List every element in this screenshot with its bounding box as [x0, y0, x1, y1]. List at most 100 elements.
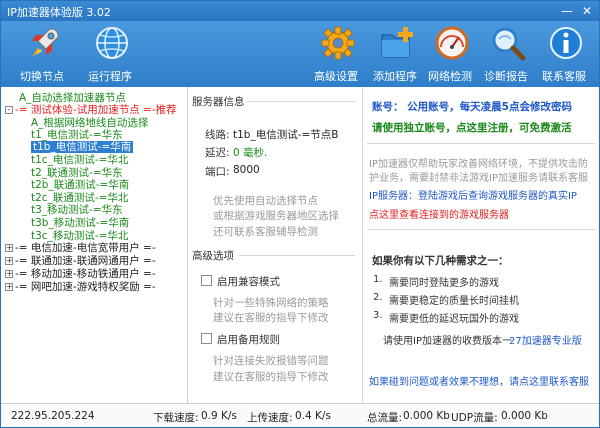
hint-line-3: 还可联系客服辅导检测 [213, 226, 318, 238]
diagnostic-report-label: 诊断报告 [484, 70, 528, 83]
tree-item-label: t2_联通测试-=华东 [31, 167, 123, 179]
run-program-label: 运行程序 [88, 70, 132, 83]
upgrade-text: 请使用IP加速器的收费版本一 [383, 336, 512, 347]
expand-icon[interactable]: + [5, 257, 13, 265]
info-icon [550, 27, 582, 59]
tree-item-label: -= 移动加速-移动铁通用户 =- [15, 268, 156, 280]
need-1-number: 1. [373, 274, 383, 285]
switch-node-label: 切换节点 [20, 70, 64, 83]
tree-item[interactable]: + -= 网吧加速-游戏特权奖励 =- [5, 281, 156, 294]
server-info-title: 服务器信息 [192, 96, 245, 108]
account-info-panel: 账号： 公用账号，每天凌晨5点会修改密码 请使用独立账号，点这里注册，可免费激活… [362, 87, 599, 403]
tree-item[interactable]: + -= 联通加速-联通网通用户 =- [5, 255, 156, 268]
desc-line-2: 护业务，需要封禁非法游戏IP加速服务请联系客服 [369, 173, 588, 184]
collapse-icon[interactable]: - [5, 106, 13, 114]
magnifier-icon [492, 27, 526, 61]
title-bar: IP加速器体验版 3.02 — ✕ [1, 1, 599, 21]
need-1: 需要同时登陆更多的游戏 [389, 278, 499, 289]
compat-hint-1: 针对一些特殊网络的策略 [213, 297, 329, 309]
run-program-button[interactable]: 运行程序 [77, 21, 143, 87]
close-button[interactable]: ✕ [579, 3, 595, 19]
minimize-button[interactable]: — [559, 3, 575, 19]
toolbar: 切换节点 运行程序 高级设置 添加程序 网络检测 诊断报告 联系客服 [1, 21, 599, 87]
desc-line-1: IP加速器仅帮助玩家改善网络环境，不提供攻击防 [369, 159, 588, 170]
tree-item-label: t1_电信测试-=华东 [31, 129, 123, 141]
expand-icon[interactable]: + [5, 244, 13, 252]
udp-traffic-label: UDP流量: [451, 412, 498, 424]
feedback-link[interactable]: 如果碰到问题或者效果不理想，请点这里联系客服 [369, 373, 589, 388]
expand-icon[interactable]: + [5, 283, 13, 291]
tree-item[interactable]: - -= 测试体验-试用加速节点 =-推荐 [5, 104, 177, 117]
backup-hint-2: 建议在客服的指导下修改 [213, 371, 329, 383]
tree-item-label: t2c_联通测试-=华北 [31, 192, 129, 204]
route-value: t1b_电信测试-=节点B [233, 129, 339, 141]
tree-item[interactable]: t2b_联通测试-=华南 [31, 179, 129, 192]
tree-item[interactable]: t3b_移动测试-=华南 [31, 217, 129, 230]
tree-item[interactable]: + -= 电信加速-电信宽带用户 =- [5, 242, 156, 255]
advanced-settings-button[interactable]: 高级设置 [303, 21, 369, 87]
divider [239, 255, 355, 256]
port-label: 端口: [205, 166, 230, 178]
total-traffic-value: 0.000 Kb [403, 410, 450, 422]
speedometer-icon [435, 26, 469, 60]
upgrade-link[interactable]: 27加速器专业版 [509, 332, 582, 347]
status-bar: 222.95.205.224 下载速度: 0.9 K/s 上传速度: 0.4 K… [1, 403, 599, 427]
need-2: 需要更稳定的质量长时间挂机 [389, 296, 519, 307]
divider [367, 229, 595, 230]
rocket-icon [32, 28, 59, 57]
tree-item[interactable]: t1b_电信测试-=华南 [31, 141, 134, 154]
tree-item-label: t3c_移动测试-=华北 [31, 230, 129, 242]
upload-speed-value: 0.4 K/s [295, 410, 331, 422]
register-link[interactable]: 请使用独立账号，点这里注册，可免费激活 [372, 120, 572, 135]
udp-traffic-value: 0.000 Kb [501, 410, 548, 422]
globe-icon [96, 27, 128, 59]
tree-item-label: -= 电信加速-电信宽带用户 =- [15, 242, 156, 254]
need-2-number: 2. [373, 292, 383, 303]
tree-item-label: A_根据网络地线自动选择 [31, 117, 149, 129]
app-window: IP加速器体验版 3.02 — ✕ 切换节点 运行程序 高级设置 添加程序 网络… [0, 0, 600, 428]
folder-add-icon [381, 27, 413, 58]
compat-mode-checkbox[interactable] [201, 275, 212, 286]
hint-line-1: 优先使用自动选择节点 [213, 195, 318, 207]
diagnostic-report-button[interactable]: 诊断报告 [473, 21, 539, 87]
contact-support-button[interactable]: 联系客服 [531, 21, 597, 87]
client-ip: 222.95.205.224 [11, 410, 95, 422]
route-label: 线路: [205, 129, 230, 141]
backup-rules-checkbox[interactable] [201, 333, 212, 344]
tree-item-label: t1c_电信测试-=华北 [31, 154, 129, 166]
tree-item[interactable]: t1c_电信测试-=华北 [31, 154, 128, 167]
node-tree[interactable]: A_自动选择加速器节点 - -= 测试体验-试用加速节点 =-推荐 A_根据网络地线自… [1, 87, 188, 403]
tree-item-label: t3_移动测试-=华东 [31, 204, 123, 216]
view-game-server-link[interactable]: 点这里查看连接到的游戏服务器 [369, 206, 509, 221]
tree-item-label: t2b_联通测试-=华南 [31, 179, 130, 191]
window-title: IP加速器体验版 3.02 [7, 6, 111, 19]
tree-item-label: -= 网吧加速-游戏特权奖励 =- [15, 281, 156, 293]
server-info-panel: 服务器信息 线路: t1b_电信测试-=节点B 延迟: 0 毫秒. 端口: 80… [189, 87, 361, 403]
ip-server-line: IP服务器：登陆游戏后查询游戏服务器的真实IP [369, 191, 577, 202]
tree-item[interactable]: + -= 移动加速-移动铁通用户 =- [5, 268, 156, 281]
expand-icon[interactable]: + [5, 270, 13, 278]
gear-icon [321, 26, 355, 60]
hint-line-2: 或根据游戏服务器地区选择 [213, 210, 339, 222]
tree-item[interactable]: t3_移动测试-=华东 [31, 204, 123, 217]
download-speed-value: 0.9 K/s [201, 410, 237, 422]
advanced-options-title: 高级选项 [192, 250, 234, 262]
tree-item-label: -= 测试体验-试用加速节点 =-推荐 [15, 104, 177, 116]
switch-node-button[interactable]: 切换节点 [9, 21, 75, 87]
backup-hint-1: 针对连接失败报错等问题 [213, 355, 329, 367]
tree-item-label: -= 联通加速-联通网通用户 =- [15, 255, 156, 267]
upload-speed-label: 上传速度: [247, 412, 293, 424]
account-line: 账号： 公用账号，每天凌晨5点会修改密码 [372, 101, 572, 113]
compat-hint-2: 建议在客服的指导下修改 [213, 312, 329, 324]
total-traffic-label: 总流量: [367, 412, 403, 424]
divider [367, 143, 595, 144]
contact-support-label: 联系客服 [542, 70, 586, 83]
latency-label: 延迟: [205, 147, 230, 159]
advanced-settings-label: 高级设置 [314, 70, 358, 83]
latency-value: 0 毫秒. [233, 147, 268, 159]
compat-mode-label: 启用兼容模式 [217, 276, 280, 288]
download-speed-label: 下载速度: [153, 412, 199, 424]
tree-item-label: t1b_电信测试-=华南 [31, 141, 134, 153]
tree-item-label: A_自动选择加速器节点 [19, 92, 126, 104]
need-3: 需要更低的延迟玩国外的游戏 [389, 314, 519, 325]
